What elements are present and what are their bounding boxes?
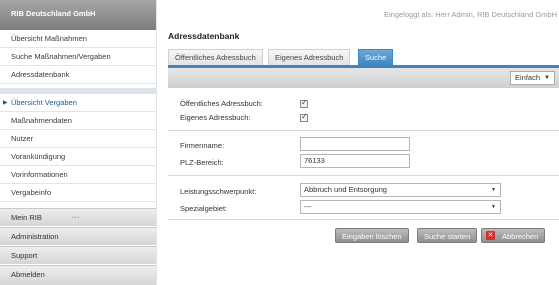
tab-eigenes-adressbuch[interactable]: Eigenes Adressbuch <box>268 49 351 65</box>
sidebar-item-vorankuendigung[interactable]: Vorankündigung <box>0 148 156 166</box>
sidebar-item-adressdatenbank[interactable]: Adressdatenbank <box>0 66 156 84</box>
leistungsschwerpunkt-label: Leistungsschwerpunkt: <box>180 187 257 196</box>
eigenes-adressbuch-label: Eigenes Adressbuch: <box>180 113 251 122</box>
firmenname-input[interactable] <box>300 137 410 151</box>
spezialgebiet-select[interactable]: --- ▼ <box>300 200 501 214</box>
company-name: RIB Deutschland GmbH <box>11 9 96 18</box>
plz-bereich-label: PLZ-Bereich: <box>180 158 224 167</box>
caret-right-icon: ▶ <box>3 100 8 106</box>
divider <box>168 219 559 220</box>
sidebar-item-suche-massnahmen-vergaben[interactable]: Suche Maßnahmen/Vergaben <box>0 48 156 66</box>
cancel-button-label: Abbrechen <box>502 232 539 241</box>
firmenname-label: Firmenname: <box>180 141 225 150</box>
tab-oeffentliches-adressbuch[interactable]: Öffentliches Adressbuch <box>168 49 263 65</box>
sidebar-item-mein-rib[interactable]: ••• Mein RIB <box>0 208 156 226</box>
clear-inputs-button[interactable]: Eingaben löschen <box>335 228 409 243</box>
chevron-down-icon: ▼ <box>491 204 496 210</box>
eigenes-adressbuch-checkbox[interactable] <box>300 112 308 122</box>
page-title: Adressdatenbank <box>168 31 240 41</box>
sidebar-item-label: Mein RIB <box>11 213 42 222</box>
sidebar-item-abmelden[interactable]: Abmelden <box>0 265 156 285</box>
sidebar-item-administration[interactable]: Administration <box>0 227 156 245</box>
chevron-down-icon: ▼ <box>544 75 550 81</box>
oeffentliches-adressbuch-checkbox[interactable] <box>300 98 308 108</box>
sidebar-item-nutzer[interactable]: Nutzer <box>0 130 156 148</box>
spezialgebiet-label: Spezialgebiet: <box>180 204 228 213</box>
sidebar-item-support[interactable]: Support <box>0 246 156 264</box>
sidebar-item-uebersicht-vergaben[interactable]: ▶ Übersicht Vergaben <box>0 94 156 112</box>
tab-suche[interactable]: Suche <box>358 49 394 65</box>
divider <box>168 175 559 176</box>
start-search-button[interactable]: Suche starten <box>417 228 478 243</box>
sidebar-item-massnahmendaten[interactable]: Maßnahmendaten <box>0 112 156 130</box>
spezialgebiet-value: --- <box>304 202 312 211</box>
divider <box>168 130 559 131</box>
oeffentliches-adressbuch-label: Öffentliches Adressbuch: <box>180 99 263 108</box>
cancel-button[interactable]: ✕ Abbrechen <box>481 228 546 243</box>
chevron-down-icon: ▼ <box>491 187 496 193</box>
sidebar-header: RIB Deutschland GmbH <box>0 0 156 30</box>
sidebar: RIB Deutschland GmbH Übersicht Maßnahmen… <box>0 0 157 285</box>
sidebar-item-uebersicht-massnahmen[interactable]: Übersicht Maßnahmen <box>0 30 156 48</box>
leistungsschwerpunkt-value: Abbruch und Entsorgung <box>304 185 387 194</box>
close-icon: ✕ <box>486 231 495 240</box>
resize-grip-icon[interactable]: ••• <box>72 210 80 227</box>
search-mode-select[interactable]: Einfach ▼ <box>510 71 555 85</box>
search-toolbar: Einfach ▼ <box>168 65 559 88</box>
sidebar-item-vergabeinfo[interactable]: Vergabeinfo <box>0 184 156 202</box>
leistungsschwerpunkt-select[interactable]: Abbruch und Entsorgung ▼ <box>300 183 501 197</box>
sidebar-item-label: Übersicht Vergaben <box>11 98 77 107</box>
plz-bereich-input[interactable]: 76133 <box>300 154 410 168</box>
login-info: Eingeloggt als: Herr Admin, RIB Deutschl… <box>384 10 557 19</box>
search-mode-value: Einfach <box>515 73 541 82</box>
sidebar-item-vorinformationen[interactable]: Vorinformationen <box>0 166 156 184</box>
